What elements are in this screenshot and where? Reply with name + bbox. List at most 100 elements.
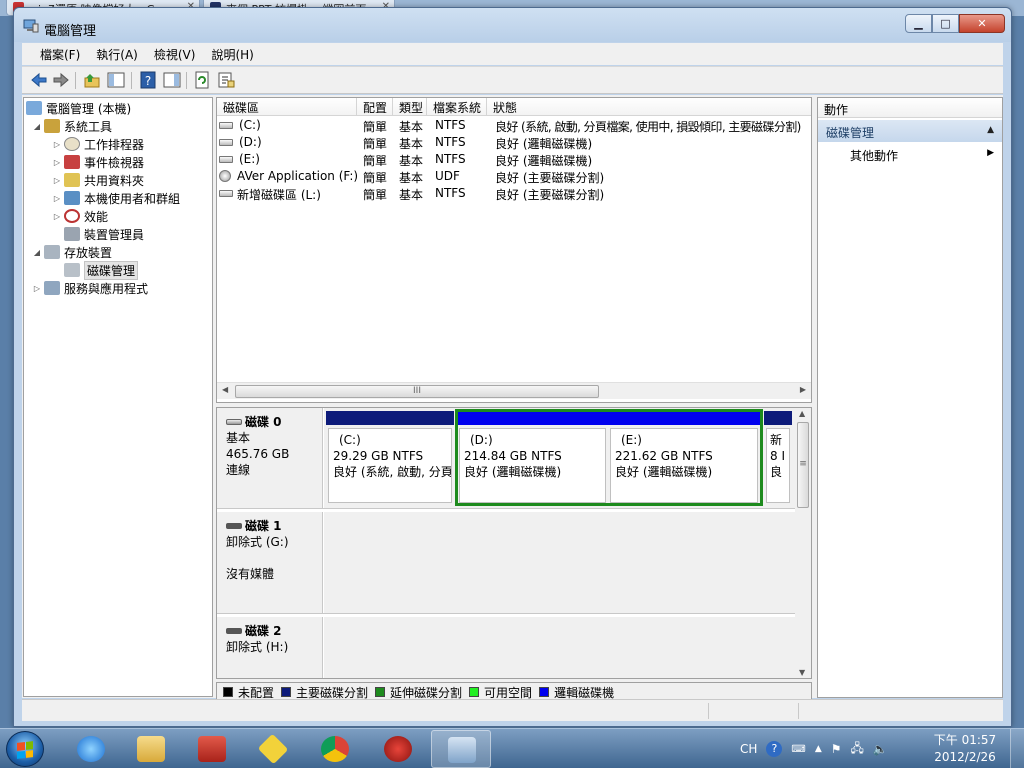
column-header-type[interactable]: 類型 xyxy=(393,98,427,116)
column-header-filesystem[interactable]: 檔案系統 xyxy=(427,98,487,116)
table-row[interactable]: (C:) 簡單 基本 NTFS 良好 (系統, 啟動, 分頁檔案, 使用中, 損… xyxy=(217,117,811,134)
volume-type: 基本 xyxy=(399,188,424,202)
expand-arrow-icon[interactable]: ▷ xyxy=(52,140,62,149)
scroll-left-icon[interactable]: ◀ xyxy=(222,385,228,394)
event-viewer-icon xyxy=(64,155,80,169)
start-button[interactable] xyxy=(6,731,44,767)
taskbar-computer-management[interactable] xyxy=(431,730,491,768)
partition-l[interactable]: 新 8 I 良 xyxy=(764,411,792,503)
expand-arrow-icon[interactable]: ▷ xyxy=(52,212,62,221)
partition-color-bar xyxy=(764,411,792,425)
tree-item-label: 磁碟管理 xyxy=(84,260,139,280)
tree-item-task-scheduler[interactable]: ▷ 工作排程器 xyxy=(52,135,144,153)
volume-layout: 簡單 xyxy=(363,120,388,134)
tree-item-services-apps[interactable]: ▷ 服務與應用程式 xyxy=(32,279,148,297)
taskbar-internet-explorer[interactable] xyxy=(61,730,121,768)
menu-file[interactable]: 檔案(F) xyxy=(32,46,88,63)
scroll-right-icon[interactable]: ▶ xyxy=(800,385,806,394)
removable-disk-icon xyxy=(226,523,242,529)
tree-item-storage[interactable]: ◢ 存放裝置 xyxy=(32,243,112,261)
volume-icon[interactable]: 🔈 xyxy=(873,742,888,756)
network-icon[interactable]: 🖧 xyxy=(851,739,864,760)
scroll-down-icon[interactable]: ▼ xyxy=(799,668,805,677)
scroll-thumb[interactable]: ≡ xyxy=(797,422,809,508)
disk-1-label[interactable]: 磁碟 1 卸除式 (G:) 沒有媒體 xyxy=(217,512,323,613)
tree-item-system-tools[interactable]: ◢ 系統工具 xyxy=(32,117,112,135)
tree-item-disk-management[interactable]: 磁碟管理 xyxy=(62,260,139,280)
refresh-icon[interactable] xyxy=(192,70,212,90)
keyboard-icon[interactable]: ⌨ xyxy=(791,744,805,755)
expand-arrow-icon[interactable]: ▷ xyxy=(52,176,62,185)
extended-partition-outline xyxy=(455,409,763,506)
close-button[interactable]: ✕ xyxy=(959,14,1005,33)
ime-indicator[interactable]: CH xyxy=(740,742,757,756)
tree-item-shared-folders[interactable]: ▷ 共用資料夾 xyxy=(52,171,144,189)
volume-type: 基本 xyxy=(399,137,424,151)
maximize-button[interactable]: □ xyxy=(932,14,959,33)
table-row[interactable]: (D:) 簡單 基本 NTFS 良好 (邏輯磁碟機) xyxy=(217,134,811,151)
back-arrow-icon[interactable] xyxy=(29,70,49,90)
clock[interactable]: 下午 01:57 2012/2/26 xyxy=(930,732,1000,766)
forward-arrow-icon[interactable] xyxy=(51,70,71,90)
horizontal-scrollbar[interactable]: ◀ III ▶ xyxy=(217,382,811,399)
taskbar-red-app[interactable] xyxy=(368,730,428,768)
collapse-arrow-icon[interactable]: ◢ xyxy=(32,248,42,257)
tree-item-computer-management[interactable]: 電腦管理 (本機) xyxy=(26,99,131,117)
vertical-scrollbar[interactable]: ▲ ≡ ▼ xyxy=(795,408,811,678)
table-row[interactable]: (E:) 簡單 基本 NTFS 良好 (邏輯磁碟機) xyxy=(217,151,811,168)
scroll-up-icon[interactable]: ▲ xyxy=(799,409,805,418)
tree-item-device-manager[interactable]: 裝置管理員 xyxy=(62,225,144,243)
table-row[interactable]: 新增磁碟區 (L:) 簡單 基本 NTFS 良好 (主要磁碟分割) xyxy=(217,185,811,202)
computer-icon xyxy=(26,101,42,115)
disk-row-1[interactable]: 磁碟 1 卸除式 (G:) 沒有媒體 xyxy=(217,512,795,614)
clock-date: 2012/2/26 xyxy=(934,750,996,764)
column-header-volume[interactable]: 磁碟區 xyxy=(217,98,357,116)
taskbar-file-explorer[interactable] xyxy=(121,730,181,768)
more-actions-item[interactable]: 其他動作 ▶ xyxy=(818,144,1002,164)
expand-arrow-icon[interactable]: ▷ xyxy=(52,158,62,167)
disk-0-partitions: (C:) 29.29 GB NTFS 良好 (系統, 啟動, 分頁 (D:) 2… xyxy=(324,408,795,508)
disk-2-body xyxy=(324,617,795,678)
collapse-arrow-icon[interactable]: ◢ xyxy=(32,122,42,131)
menu-action[interactable]: 執行(A) xyxy=(88,46,146,63)
disk-row-0[interactable]: 磁碟 0 基本 465.76 GB 連線 (C:) 29.29 GB NTFS … xyxy=(217,408,795,509)
tree-item-performance[interactable]: ▷ 效能 xyxy=(52,207,108,225)
disk-2-label[interactable]: 磁碟 2 卸除式 (H:) xyxy=(217,617,323,678)
title-bar[interactable]: 電腦管理 ▁ □ ✕ xyxy=(14,8,1011,42)
actions-section-disk-management[interactable]: 磁碟管理 ▲ xyxy=(818,120,1002,142)
volume-type: 基本 xyxy=(399,171,424,185)
disk-row-2[interactable]: 磁碟 2 卸除式 (H:) xyxy=(217,617,795,678)
disk-map: 磁碟 0 基本 465.76 GB 連線 (C:) 29.29 GB NTFS … xyxy=(216,407,812,679)
show-desktop-button[interactable] xyxy=(1010,729,1024,768)
column-header-status[interactable]: 狀態 xyxy=(487,98,811,116)
taskbar-chrome[interactable] xyxy=(305,730,365,768)
properties-icon[interactable] xyxy=(162,70,182,90)
tree-item-label: 裝置管理員 xyxy=(84,227,145,242)
volume-type: 基本 xyxy=(399,154,424,168)
tree-item-local-users[interactable]: ▷ 本機使用者和群組 xyxy=(52,189,180,207)
expand-arrow-icon[interactable]: ▷ xyxy=(52,194,62,203)
tree-item-label: 服務與應用程式 xyxy=(64,281,149,296)
show-hide-tree-icon[interactable] xyxy=(106,70,126,90)
disk-0-label[interactable]: 磁碟 0 基本 465.76 GB 連線 xyxy=(217,408,323,508)
taskbar-pdf-reader[interactable] xyxy=(182,730,242,768)
taskbar-media-player[interactable] xyxy=(243,730,303,768)
collapse-caret-icon[interactable]: ▲ xyxy=(987,125,994,135)
tree-item-event-viewer[interactable]: ▷ 事件檢視器 xyxy=(52,153,144,171)
table-row[interactable]: AVer Application (F:) 簡單 基本 UDF 良好 (主要磁碟… xyxy=(217,168,811,185)
column-header-layout[interactable]: 配置 xyxy=(357,98,393,116)
export-list-icon[interactable] xyxy=(216,70,236,90)
partition-c[interactable]: (C:) 29.29 GB NTFS 良好 (系統, 啟動, 分頁 xyxy=(326,411,454,503)
menu-view[interactable]: 檢視(V) xyxy=(146,46,204,63)
volume-list: 磁碟區 配置 類型 檔案系統 狀態 (C:) 簡單 基本 NTFS 良好 (系統… xyxy=(216,97,812,403)
scroll-thumb[interactable]: III xyxy=(235,385,599,398)
menu-help[interactable]: 說明(H) xyxy=(203,46,261,63)
up-folder-icon[interactable] xyxy=(82,70,102,90)
help-icon[interactable]: ? xyxy=(138,70,158,90)
action-center-flag-icon[interactable]: ⚑ xyxy=(831,742,842,756)
help-icon[interactable]: ? xyxy=(766,741,783,757)
show-hidden-icons-icon[interactable]: ▲ xyxy=(815,744,822,754)
system-tray: CH ? ⌨ ▲ ⚑ 🖧 🔈 xyxy=(740,729,897,768)
minimize-button[interactable]: ▁ xyxy=(905,14,932,33)
expand-arrow-icon[interactable]: ▷ xyxy=(32,284,42,293)
